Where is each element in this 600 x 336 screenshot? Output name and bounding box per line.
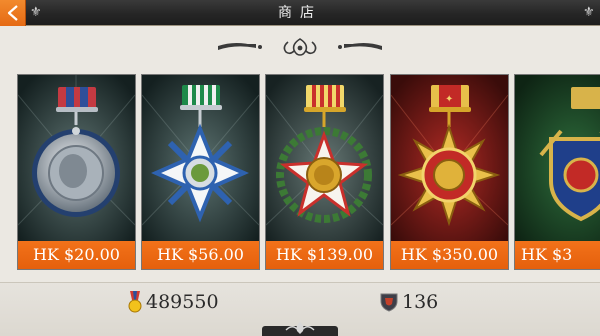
medal-image [18,75,135,241]
medal-image: ✦ [391,75,508,241]
chevron-left-icon [7,5,18,21]
svg-text:✦: ✦ [445,94,453,105]
fleur-right-icon: ⚜ [583,5,595,20]
medal-image [142,75,259,241]
medal-balance-value: 489550 [146,291,219,313]
fleur-left-icon: ⚜ [30,5,42,20]
bottom-handle [262,322,338,336]
price-button[interactable]: HK $350.00 [391,241,508,269]
medal-image [515,75,600,241]
medal-balance: 489550 [128,291,219,313]
product-card[interactable]: HK $3 [514,74,600,270]
price-button[interactable]: HK $3 [515,241,600,269]
currency-bar: 489550 136 [0,282,600,336]
shield-icon [380,293,398,312]
product-card[interactable]: 3600 HK $139.00 [265,74,384,270]
shield-balance-value: 136 [402,291,439,313]
product-card[interactable]: 1200 HK $56.00 [141,74,260,270]
top-bar: ⚜ ⚜ 商店 [0,0,600,26]
price-button[interactable]: HK $139.00 [266,241,383,269]
price-button[interactable]: HK $56.00 [142,241,259,269]
fleur-ornament-icon [285,322,315,334]
back-button[interactable] [0,0,26,26]
price-button[interactable]: HK $20.00 [18,241,135,269]
product-card[interactable]: 385 HK $20.00 [17,74,136,270]
gold-medal-icon [128,291,142,313]
ornament-divider [218,38,382,56]
medal-image [266,75,383,241]
page-title: 商店 [278,5,322,21]
shield-balance: 136 [380,291,438,313]
product-list: 385 HK $20.00 [0,74,600,270]
product-card[interactable]: ✦ 10000 HK $350.00 [390,74,509,270]
